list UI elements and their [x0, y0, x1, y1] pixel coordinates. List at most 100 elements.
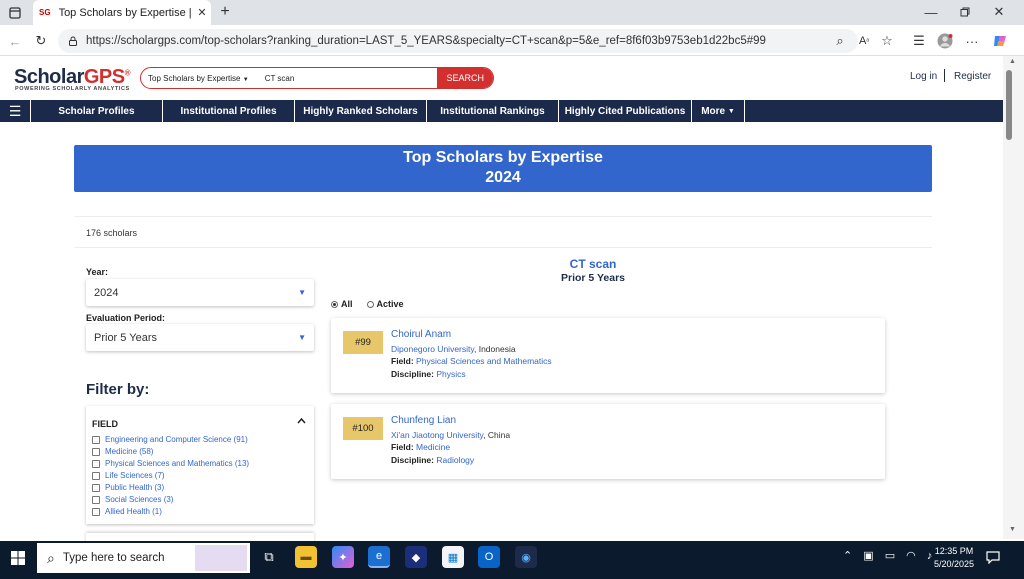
scholar-name-link[interactable]: Choirul Anam [391, 329, 451, 340]
outlook-icon[interactable]: O [478, 546, 500, 568]
edge-browser-icon[interactable]: e [368, 546, 390, 568]
minimize-icon[interactable]: — [922, 3, 940, 21]
search-button[interactable]: SEARCH [437, 68, 493, 88]
field-checkbox[interactable]: Engineering and Computer Science (91) [92, 435, 248, 444]
url-text: https://scholargps.com/top-scholars?rank… [86, 35, 766, 47]
favorites-icon[interactable]: ☰ [910, 32, 928, 50]
institution-link[interactable]: Diponegoro University [391, 344, 474, 354]
nav-institutional-rankings[interactable]: Institutional Rankings [427, 100, 559, 122]
scroll-up-icon[interactable]: ▲ [1009, 58, 1016, 65]
login-link[interactable]: Log in [910, 71, 937, 82]
main-nav: ☰ Scholar Profiles Institutional Profile… [0, 100, 1003, 122]
notifications-icon[interactable] [984, 548, 1002, 566]
zoom-icon[interactable]: ⌕ [831, 32, 849, 50]
year-select[interactable]: 2024 ▼ [86, 279, 314, 306]
page-title-banner: Top Scholars by Expertise 2024 [74, 145, 932, 192]
favorite-star-icon[interactable]: ☆ [878, 32, 896, 50]
header-divider [944, 69, 945, 82]
discipline-label: Discipline: [391, 455, 434, 465]
field-link[interactable]: Physical Sciences and Mathematics [416, 356, 552, 366]
discipline-link[interactable]: Physics [436, 369, 465, 379]
field-checkbox[interactable]: Life Sciences (7) [92, 471, 165, 480]
nav-highly-cited-publications[interactable]: Highly Cited Publications [559, 100, 692, 122]
site-search: Top Scholars by Expertise ▼ SEARCH [140, 67, 494, 89]
caret-down-icon: ▼ [727, 107, 735, 115]
scholar-count: 176 scholars [86, 228, 138, 238]
institution-link[interactable]: Xi'an Jiaotong University [391, 430, 483, 440]
browser-tab[interactable]: SG Top Scholars by Expertise | Schola ✕ [33, 0, 211, 25]
scrollbar-thumb[interactable] [1006, 70, 1012, 140]
logo-tagline: POWERING SCHOLARLY ANALYTICS [15, 86, 130, 92]
scroll-down-icon[interactable]: ▼ [1009, 526, 1016, 533]
microsoft-store-icon[interactable]: ▦ [442, 546, 464, 568]
tab-actions-icon[interactable] [6, 4, 24, 22]
field-filter-heading: FIELD [92, 419, 118, 429]
page-title: Top Scholars by Expertise [403, 149, 603, 166]
field-filter-panel: FIELD Engineering and Computer Science (… [86, 406, 314, 524]
country: , Indonesia [474, 344, 516, 354]
taskbar-search-placeholder: Type here to search [62, 552, 165, 564]
clock-time: 12:35 PM [934, 546, 974, 556]
evaluation-period-label: Evaluation Period: [86, 313, 166, 323]
nav-institutional-profiles[interactable]: Institutional Profiles [163, 100, 295, 122]
file-explorer-icon[interactable]: ▬ [295, 546, 317, 568]
register-link[interactable]: Register [954, 71, 991, 82]
rank-badge: #99 [343, 331, 383, 354]
store-app-icon[interactable]: ◆ [405, 546, 427, 568]
field-label: Field: [391, 356, 414, 366]
search-input[interactable] [258, 68, 438, 88]
system-tray[interactable]: ⌃ ▣ ▭ ◠ ♪ [843, 549, 936, 562]
scholar-card: #100 Chunfeng Lian Xi'an Jiaotong Univer… [331, 404, 885, 479]
dropdown-arrow-icon: ▼ [298, 288, 306, 297]
refresh-icon[interactable]: ↻ [32, 32, 50, 50]
clock-date: 5/20/2025 [933, 559, 975, 569]
close-window-icon[interactable]: ✕ [990, 3, 1008, 21]
radio-active[interactable] [366, 300, 374, 308]
nav-scholar-profiles[interactable]: Scholar Profiles [31, 100, 163, 122]
close-tab-icon[interactable]: ✕ [193, 6, 211, 19]
field-checkbox[interactable]: Public Health (3) [92, 483, 164, 492]
taskbar-clock[interactable]: 12:35 PM 5/20/2025 [931, 545, 977, 571]
new-tab-icon[interactable]: + [216, 3, 234, 21]
radio-all-label[interactable]: All [341, 299, 353, 309]
field-checkbox[interactable]: Social Sciences (3) [92, 495, 173, 504]
hamburger-menu-icon[interactable]: ☰ [0, 100, 31, 122]
field-checkbox[interactable]: Allied Health (1) [92, 507, 162, 516]
back-icon[interactable]: ← [6, 32, 24, 50]
maximize-icon[interactable] [956, 3, 974, 21]
windows-start-icon[interactable] [8, 548, 28, 568]
collapse-chevron-icon[interactable] [297, 416, 306, 427]
discipline-label: Discipline: [391, 369, 434, 379]
field-checkbox[interactable]: Physical Sciences and Mathematics (13) [92, 459, 249, 468]
copilot-icon[interactable] [990, 31, 1010, 51]
copilot-app-icon[interactable]: ✦ [332, 546, 354, 568]
duration-subtitle: Prior 5 Years [560, 272, 626, 284]
evaluation-period-select[interactable]: Prior 5 Years ▼ [86, 324, 314, 351]
dropdown-arrow-icon: ▼ [298, 333, 306, 342]
field-checkbox[interactable]: Medicine (58) [92, 447, 153, 456]
status-radio-group: All Active [331, 299, 404, 309]
task-view-icon[interactable]: ⧉ [258, 546, 280, 568]
discipline-link[interactable]: Radiology [436, 455, 474, 465]
search-icon: ⌕ [47, 549, 55, 566]
profile-avatar-icon[interactable] [936, 32, 954, 50]
country: , China [483, 430, 511, 440]
field-label: Field: [391, 442, 414, 452]
search-highlight-image [195, 545, 247, 571]
page-year: 2024 [485, 169, 521, 186]
read-aloud-icon[interactable]: Aᵃ [855, 32, 873, 50]
field-link[interactable]: Medicine [416, 442, 450, 452]
radio-all[interactable] [331, 300, 338, 308]
nav-highly-ranked-scholars[interactable]: Highly Ranked Scholars [295, 100, 427, 122]
url-field[interactable]: https://scholargps.com/top-scholars?rank… [58, 29, 858, 53]
more-options-icon[interactable]: ··· [963, 32, 981, 50]
filter-heading: Filter by: [86, 381, 150, 398]
year-label: Year: [86, 267, 109, 277]
scholar-name-link[interactable]: Chunfeng Lian [391, 415, 456, 426]
nav-more-dropdown[interactable]: More ▼ [692, 100, 745, 122]
taskbar-search[interactable]: ⌕ Type here to search [37, 543, 250, 573]
site-info-icon[interactable] [66, 34, 80, 48]
webex-icon[interactable]: ◉ [515, 546, 537, 568]
search-type-dropdown[interactable]: Top Scholars by Expertise ▼ [141, 74, 259, 83]
radio-active-label[interactable]: Active [377, 299, 404, 309]
